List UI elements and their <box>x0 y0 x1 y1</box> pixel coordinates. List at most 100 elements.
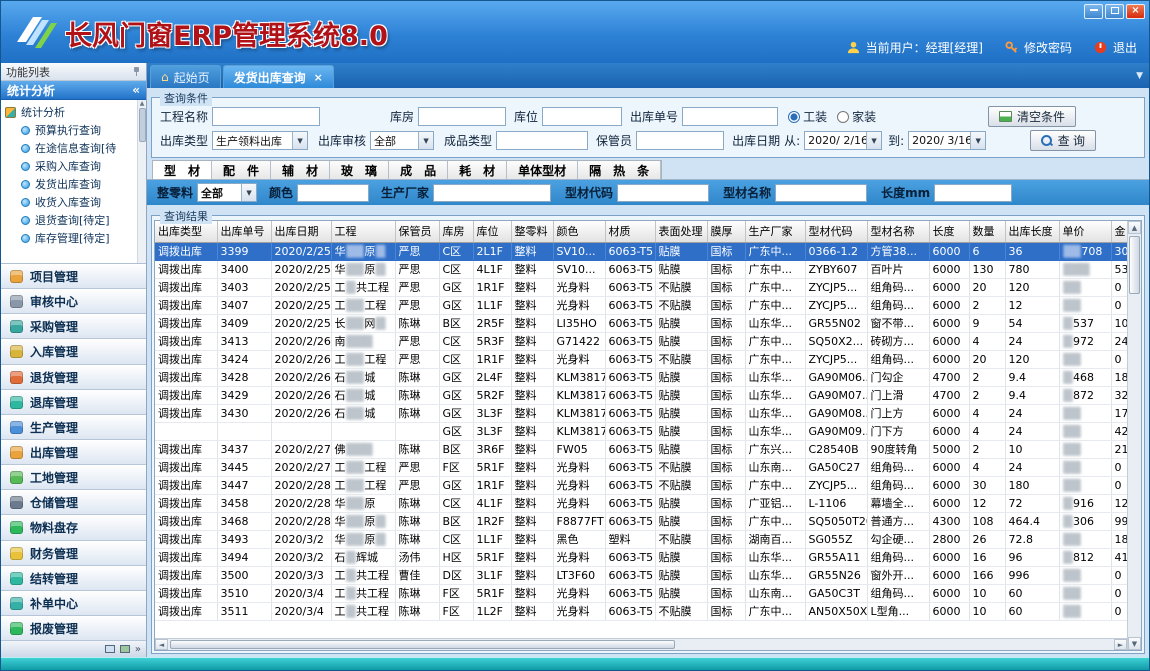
color-input[interactable] <box>297 184 369 202</box>
outbound-audit-select[interactable]: 全部 ▼ <box>370 131 434 150</box>
table-row[interactable]: 调拨出库34302020/2/26石▒▒城陈琳G区3L3F整料KLM381760… <box>155 404 1127 422</box>
column-header[interactable]: 型材代码 <box>805 221 867 242</box>
material-tab[interactable]: 型 材 <box>153 161 212 179</box>
keeper-input[interactable] <box>636 131 724 150</box>
search-button[interactable]: 查 询 <box>1030 130 1096 151</box>
minimize-button[interactable] <box>1084 4 1103 19</box>
column-header[interactable]: 出库单号 <box>217 221 271 242</box>
column-header[interactable]: 工程 <box>331 221 395 242</box>
sidebar-menu-item[interactable]: 退库管理 <box>1 390 146 415</box>
scroll-up-icon[interactable]: ▲ <box>1128 221 1141 234</box>
table-row[interactable]: 调拨出库34372020/2/27佛▒▒▒陈琳B区3R6F整料FW056063-… <box>155 440 1127 458</box>
column-header[interactable]: 数量 <box>969 221 1005 242</box>
horizontal-scrollbar[interactable]: ◄ ► <box>155 638 1127 650</box>
table-row[interactable]: 调拨出库33992020/2/25华▒▒原▒严思C区2L1F整料SV10...6… <box>155 242 1127 260</box>
material-tab[interactable]: 成 品 <box>389 161 448 179</box>
material-tab[interactable]: 配 件 <box>212 161 271 179</box>
scroll-right-icon[interactable]: ► <box>1114 639 1127 650</box>
scroll-down-icon[interactable]: ▼ <box>1128 637 1141 650</box>
tree-scroll-thumb[interactable] <box>139 108 146 142</box>
table-row[interactable]: 调拨出库34472020/2/28工▒▒工程严思G区1R1F整料光身料6063-… <box>155 476 1127 494</box>
column-header[interactable]: 型材名称 <box>867 221 929 242</box>
order-no-input[interactable] <box>682 107 778 126</box>
tree-item[interactable]: 发货出库查询 <box>5 175 136 193</box>
jiazhuang-radio[interactable]: 家装 <box>837 108 876 125</box>
warehouse-input[interactable] <box>418 107 506 126</box>
tab-close-icon[interactable]: × <box>314 71 323 84</box>
column-header[interactable]: 库位 <box>473 221 511 242</box>
product-type-input[interactable] <box>496 131 588 150</box>
gongzhuang-radio[interactable]: 工装 <box>788 108 827 125</box>
table-row[interactable]: 调拨出库34942020/3/2石▒辉城汤伟H区5R1F整料光身料6063-T5… <box>155 548 1127 566</box>
profile-code-input[interactable] <box>617 184 709 202</box>
table-row[interactable]: 调拨出库34292020/2/26石▒▒城陈琳G区5R2F整料KLM381760… <box>155 386 1127 404</box>
column-header[interactable]: 生产厂家 <box>745 221 805 242</box>
material-tab[interactable]: 玻 璃 <box>330 161 389 179</box>
column-header[interactable]: 出库长度 <box>1005 221 1059 242</box>
material-tab[interactable]: 辅 材 <box>271 161 330 179</box>
whole-part-select[interactable]: 全部 ▼ <box>197 183 257 202</box>
column-header[interactable]: 出库日期 <box>271 221 331 242</box>
chevron-down-icon[interactable]: ▼ <box>292 132 307 149</box>
location-input[interactable] <box>542 107 622 126</box>
maximize-button[interactable] <box>1105 4 1124 19</box>
column-header[interactable]: 单价 <box>1059 221 1111 242</box>
column-header[interactable]: 出库类型 <box>155 221 217 242</box>
table-row[interactable]: G区3L3F整料KLM38176063-T5贴膜国标山东华...GA90M09.… <box>155 422 1127 440</box>
material-tab[interactable]: 隔 热 条 <box>578 161 661 179</box>
logout-link[interactable]: 退出 <box>1113 39 1137 56</box>
length-input[interactable] <box>934 184 1012 202</box>
tree-item[interactable]: 采购入库查询 <box>5 157 136 175</box>
gongzhuang-radio-input[interactable] <box>788 111 800 123</box>
tab-item[interactable]: ⌂起始页 <box>150 65 221 88</box>
table-row[interactable]: 调拨出库35102020/3/4工▒共工程陈琳F区5R1F整料光身料6063-T… <box>155 584 1127 602</box>
change-password-link[interactable]: 修改密码 <box>1024 39 1072 56</box>
column-header[interactable]: 库房 <box>439 221 473 242</box>
table-row[interactable]: 调拨出库34072020/2/25工▒▒工程严思G区1L1F整料光身料6063-… <box>155 296 1127 314</box>
close-button[interactable]: × <box>1126 4 1145 19</box>
tab-list-chevron-icon[interactable]: ▼ <box>1136 71 1143 81</box>
sidebar-menu-item[interactable]: 报废管理 <box>1 616 146 641</box>
tree-item[interactable]: 库存管理[待定] <box>5 229 136 247</box>
chevron-down-icon[interactable]: ▼ <box>418 132 433 149</box>
sidebar-menu-item[interactable]: 仓储管理 <box>1 490 146 515</box>
horizontal-scroll-thumb[interactable] <box>170 640 675 649</box>
manufacturer-input[interactable] <box>433 184 551 202</box>
computer-icon[interactable] <box>105 645 115 653</box>
overflow-chevrons-icon[interactable]: » <box>135 644 141 655</box>
vertical-scrollbar[interactable]: ▲ ▼ <box>1127 221 1141 650</box>
sidebar-group-statistics[interactable]: 统计分析 « <box>1 81 146 100</box>
sidebar-menu-item[interactable]: 工地管理 <box>1 465 146 490</box>
column-header[interactable]: 材质 <box>605 221 655 242</box>
sidebar-menu-item[interactable]: 采购管理 <box>1 314 146 339</box>
date-to-picker[interactable]: 2020/ 3/16 ▼ <box>908 131 986 150</box>
pin-icon[interactable] <box>132 67 141 76</box>
sidebar-menu-item[interactable]: 入库管理 <box>1 339 146 364</box>
vertical-scroll-thumb[interactable] <box>1129 236 1140 294</box>
column-header[interactable]: 膜厚 <box>707 221 745 242</box>
sidebar-menu-item[interactable]: 生产管理 <box>1 415 146 440</box>
sidebar-menu-item[interactable]: 项目管理 <box>1 264 146 289</box>
tree-scrollbar[interactable]: ▲ <box>137 100 146 263</box>
table-row[interactable]: 调拨出库35002020/3/3工▒共工程曹佳D区3L1F整料LT3F60606… <box>155 566 1127 584</box>
material-tab[interactable]: 耗 材 <box>448 161 507 179</box>
folder-icon[interactable] <box>120 645 130 653</box>
table-row[interactable]: 调拨出库34242020/2/26工▒▒工程严思C区1R1F整料光身料6063-… <box>155 350 1127 368</box>
column-header[interactable]: 表面处理 <box>655 221 707 242</box>
sidebar-menu-item[interactable]: 退货管理 <box>1 365 146 390</box>
table-row[interactable]: 调拨出库34132020/2/26南▒▒▒严思C区5R3F整料G71422606… <box>155 332 1127 350</box>
tree-item[interactable]: 收货入库查询 <box>5 193 136 211</box>
table-row[interactable]: 调拨出库34682020/2/28华▒▒原▒陈琳B区1R2F整料F8877FT6… <box>155 512 1127 530</box>
column-header[interactable]: 长度 <box>929 221 969 242</box>
column-header[interactable]: 保管员 <box>395 221 439 242</box>
profile-name-input[interactable] <box>775 184 867 202</box>
clear-conditions-button[interactable]: 清空条件 <box>988 106 1076 127</box>
tree-root-node[interactable]: 统计分析 <box>5 103 136 121</box>
table-row[interactable]: 调拨出库34282020/2/26石▒▒城陈琳G区2L4F整料KLM381760… <box>155 368 1127 386</box>
jiazhuang-radio-input[interactable] <box>837 111 849 123</box>
table-row[interactable]: 调拨出库34582020/2/28华▒▒原陈琳C区4L1F整料光身料6063-T… <box>155 494 1127 512</box>
date-from-picker[interactable]: 2020/ 2/16 ▼ <box>804 131 882 150</box>
sidebar-menu-item[interactable]: 财务管理 <box>1 541 146 566</box>
table-row[interactable]: 调拨出库34932020/3/2华▒▒原▒陈琳C区1L1F整料黑色塑料不贴膜国标… <box>155 530 1127 548</box>
tree-item[interactable]: 在途信息查询[待 <box>5 139 136 157</box>
